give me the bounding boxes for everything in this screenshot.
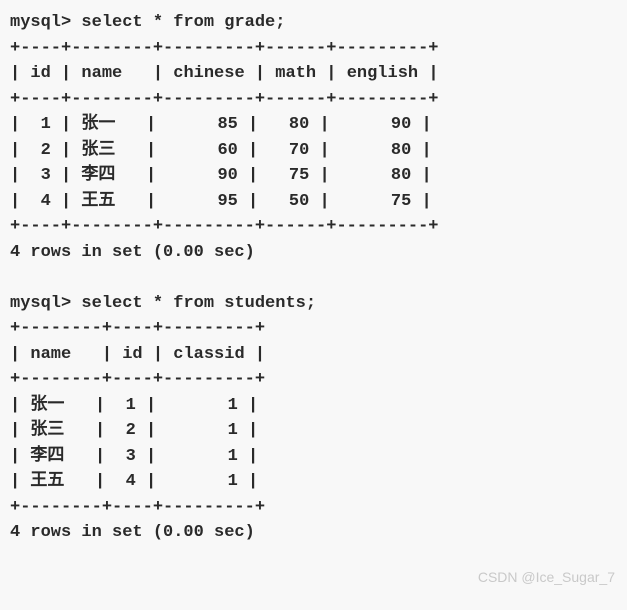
watermark: CSDN @Ice_Sugar_7 <box>478 567 615 588</box>
col-id: id <box>30 64 50 83</box>
grade-table-border: +----+--------+---------+------+--------… <box>10 217 438 236</box>
grade-table-border: +----+--------+---------+------+--------… <box>10 90 438 109</box>
query-students: select * from students; <box>81 294 316 313</box>
terminal-output: mysql> select * from grade; +----+------… <box>10 10 617 546</box>
students-table-border: +--------+----+---------+ <box>10 319 265 338</box>
table-row: | 1 | 张一 | 85 | 80 | 90 | <box>10 115 432 134</box>
table-row: | 张三 | 2 | 1 | <box>10 421 258 440</box>
students-table-border: +--------+----+---------+ <box>10 498 265 517</box>
table-row: | 2 | 张三 | 60 | 70 | 80 | <box>10 141 432 160</box>
col-name: name <box>30 345 71 364</box>
result-footer: 4 rows in set (0.00 sec) <box>10 523 255 542</box>
grade-table-border: +----+--------+---------+------+--------… <box>10 39 438 58</box>
col-id: id <box>122 345 142 364</box>
result-footer: 4 rows in set (0.00 sec) <box>10 243 255 262</box>
query-grade: select * from grade; <box>81 13 285 32</box>
col-math: math <box>275 64 316 83</box>
col-english: english <box>347 64 418 83</box>
prompt: mysql> <box>10 13 71 32</box>
students-table-header: | name | id | classid | <box>10 345 265 364</box>
grade-table-header: | id | name | chinese | math | english | <box>10 64 439 83</box>
students-table-border: +--------+----+---------+ <box>10 370 265 389</box>
col-chinese: chinese <box>173 64 244 83</box>
table-row: | 李四 | 3 | 1 | <box>10 447 258 466</box>
table-row: | 张一 | 1 | 1 | <box>10 396 258 415</box>
table-row: | 4 | 王五 | 95 | 50 | 75 | <box>10 192 432 211</box>
prompt: mysql> <box>10 294 71 313</box>
table-row: | 王五 | 4 | 1 | <box>10 472 258 491</box>
col-name: name <box>81 64 122 83</box>
col-classid: classid <box>173 345 244 364</box>
table-row: | 3 | 李四 | 90 | 75 | 80 | <box>10 166 432 185</box>
